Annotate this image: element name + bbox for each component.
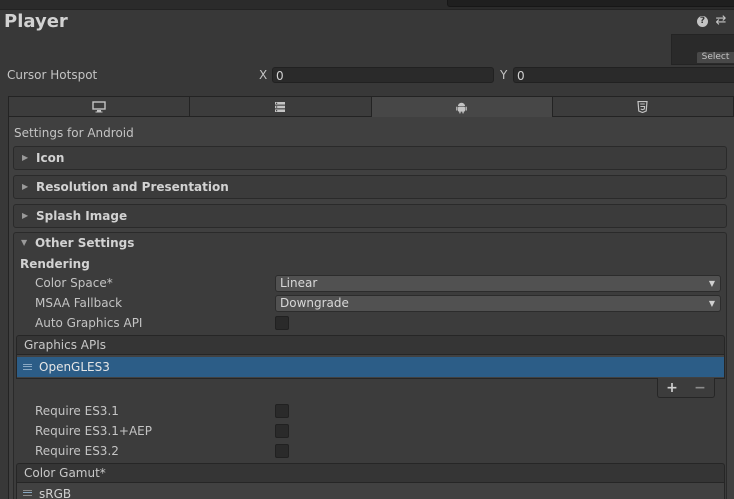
require-es31-label: Require ES3.1 — [35, 404, 119, 418]
section-splash-label: Splash Image — [36, 209, 128, 223]
graphics-api-opengles3: OpenGLES3 — [39, 360, 110, 374]
color-space-value: Linear — [280, 276, 318, 290]
require-es31-aep-checkbox[interactable] — [275, 424, 289, 438]
tab-android[interactable] — [370, 96, 552, 117]
cursor-hotspot-x-field[interactable]: 0 — [272, 67, 494, 83]
section-splash[interactable]: ▶ Splash Image — [13, 204, 727, 228]
graphics-apis-header: Graphics APIs — [16, 335, 725, 355]
list-item[interactable]: OpenGLES3 — [17, 357, 724, 377]
msaa-fallback-value: Downgrade — [280, 296, 349, 310]
msaa-fallback-dropdown[interactable]: Downgrade ▼ — [275, 295, 721, 312]
drag-handle-icon[interactable] — [23, 490, 32, 496]
desktop-monitor-icon — [92, 100, 106, 112]
color-gamut-srgb: sRGB — [39, 487, 72, 499]
expand-triangle-icon: ▶ — [22, 211, 29, 220]
remove-item-button[interactable]: − — [694, 380, 706, 396]
auto-graphics-api-label: Auto Graphics API — [35, 316, 143, 330]
rendering-header: Rendering — [20, 257, 90, 271]
dropdown-arrow-icon: ▼ — [708, 279, 715, 288]
help-icon[interactable]: ? — [697, 16, 708, 27]
color-space-label: Color Space* — [35, 276, 113, 290]
list-add-remove-footer: + − — [657, 378, 715, 398]
cursor-hotspot-label: Cursor Hotspot — [7, 68, 98, 82]
color-gamut-list: sRGB — [16, 483, 725, 499]
search-field[interactable] — [447, 0, 734, 7]
drag-handle-icon[interactable] — [23, 364, 32, 370]
html5-icon — [637, 100, 649, 113]
tab-dedicated-server[interactable] — [189, 96, 371, 117]
color-space-dropdown[interactable]: Linear ▼ — [275, 275, 721, 292]
add-item-button[interactable]: + — [666, 380, 678, 396]
dropdown-arrow-icon: ▼ — [708, 299, 715, 308]
cursor-hotspot-y-field[interactable]: 0 — [513, 67, 734, 83]
color-gamut-header: Color Gamut* — [16, 463, 725, 483]
list-item[interactable]: sRGB — [17, 483, 724, 499]
require-es32-checkbox[interactable] — [275, 444, 289, 458]
android-icon — [456, 102, 467, 113]
server-icon — [275, 101, 286, 112]
settings-for-label: Settings for Android — [14, 126, 134, 140]
require-es32-label: Require ES3.2 — [35, 444, 119, 458]
graphics-apis-list: OpenGLES3 — [16, 355, 725, 379]
tab-standalone[interactable] — [8, 96, 190, 117]
x-label: X — [259, 68, 268, 82]
tab-webgl[interactable] — [551, 96, 734, 117]
select-texture-button[interactable]: Select — [697, 52, 734, 63]
section-other-settings[interactable]: ▼ Other Settings — [13, 232, 727, 256]
require-es31-checkbox[interactable] — [275, 404, 289, 418]
expand-triangle-icon: ▶ — [22, 153, 29, 162]
section-resolution[interactable]: ▶ Resolution and Presentation — [13, 175, 727, 199]
section-other-label: Other Settings — [35, 236, 135, 250]
require-es31-aep-label: Require ES3.1+AEP — [35, 424, 152, 438]
expand-triangle-icon: ▶ — [22, 182, 29, 191]
y-label: Y — [500, 68, 508, 82]
inspector-title: Player — [4, 11, 68, 32]
auto-graphics-api-checkbox[interactable] — [275, 316, 289, 330]
platform-tabs — [8, 96, 734, 117]
section-resolution-label: Resolution and Presentation — [36, 180, 229, 194]
preset-sliders-icon[interactable]: ⇄ — [714, 14, 728, 28]
msaa-fallback-label: MSAA Fallback — [35, 296, 123, 310]
collapse-triangle-icon: ▼ — [21, 238, 28, 247]
section-icon-label: Icon — [36, 151, 65, 165]
section-icon[interactable]: ▶ Icon — [13, 146, 727, 170]
